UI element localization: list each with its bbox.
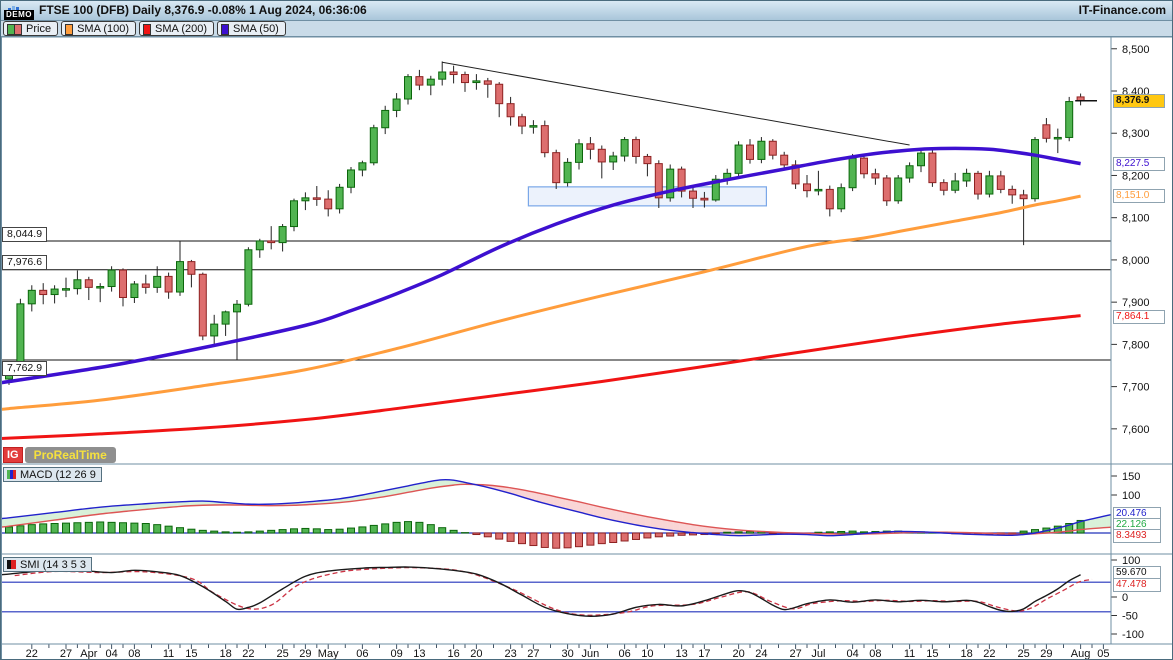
prorealtime-watermark: IG ProRealTime (3, 447, 116, 463)
svg-text:16: 16 (447, 648, 459, 660)
svg-text:23: 23 (504, 648, 516, 660)
svg-text:20: 20 (470, 648, 482, 660)
svg-text:24: 24 (755, 648, 767, 660)
level-label: 7,976.6 (2, 255, 47, 270)
svg-text:13: 13 (413, 648, 425, 660)
smi-label: SMI (14 3 5 3 (20, 559, 86, 571)
svg-text:0: 0 (1122, 592, 1128, 604)
svg-text:25: 25 (1017, 648, 1029, 660)
macd-indicator-chip[interactable]: MACD (12 26 9 (3, 467, 102, 482)
svg-text:15: 15 (926, 648, 938, 660)
svg-text:Jun: Jun (582, 648, 600, 660)
svg-text:09: 09 (390, 648, 402, 660)
svg-text:8,000: 8,000 (1122, 255, 1150, 267)
svg-text:11: 11 (163, 648, 174, 660)
svg-text:25: 25 (276, 648, 288, 660)
svg-text:29: 29 (1040, 648, 1052, 660)
svg-text:17: 17 (698, 648, 710, 660)
svg-text:22: 22 (983, 648, 995, 660)
svg-text:04: 04 (105, 648, 117, 660)
last-price-badge: 8,376.9 (1113, 94, 1165, 108)
svg-text:8,100: 8,100 (1122, 213, 1150, 225)
svg-text:27: 27 (527, 648, 539, 660)
svg-text:22: 22 (242, 648, 254, 660)
svg-text:7,600: 7,600 (1122, 424, 1150, 436)
chart-window: DEMO FTSE 100 (DFB) Daily 8,376.9 -0.08%… (0, 0, 1173, 660)
svg-text:05: 05 (1097, 648, 1109, 660)
svg-text:06: 06 (356, 648, 368, 660)
svg-text:10: 10 (641, 648, 653, 660)
svg-text:Jul: Jul (811, 648, 825, 660)
svg-text:08: 08 (128, 648, 140, 660)
macd-swatch-icon (7, 470, 16, 479)
svg-text:-100: -100 (1122, 629, 1144, 641)
smi-swatch-icon (7, 560, 16, 569)
prorealtime-logo: ProRealTime (25, 447, 116, 463)
svg-text:Aug: Aug (1071, 648, 1091, 660)
svg-text:27: 27 (60, 648, 72, 660)
svg-text:06: 06 (618, 648, 630, 660)
svg-text:8,200: 8,200 (1122, 170, 1150, 182)
svg-text:7,700: 7,700 (1122, 382, 1150, 394)
svg-text:30: 30 (561, 648, 573, 660)
svg-text:18: 18 (960, 648, 972, 660)
macd-label: MACD (12 26 9 (20, 469, 96, 481)
sma100-value-badge: 8,151.0 (1113, 189, 1165, 203)
svg-text:20: 20 (732, 648, 744, 660)
level-label: 8,044.9 (2, 227, 47, 242)
ig-logo: IG (3, 447, 23, 463)
macd-signal-badge: 8.3493 (1113, 529, 1161, 543)
svg-text:7,800: 7,800 (1122, 339, 1150, 351)
svg-text:May: May (318, 648, 339, 660)
svg-text:150: 150 (1122, 471, 1140, 483)
sma200-value-badge: 7,864.1 (1113, 310, 1165, 324)
smi-indicator-chip[interactable]: SMI (14 3 5 3 (3, 557, 92, 572)
svg-text:04: 04 (846, 648, 858, 660)
level-label: 7,762.9 (2, 361, 47, 376)
date-axis[interactable]: 22 27 Apr 04 08 11 15 18 22 25 29 May 06 09 13 16 20 23 27… (1, 644, 1173, 660)
svg-text:22: 22 (26, 648, 38, 660)
svg-text:18: 18 (219, 648, 231, 660)
svg-text:08: 08 (869, 648, 881, 660)
smi-signal-badge: 47.478 (1113, 578, 1161, 592)
svg-text:15: 15 (185, 648, 197, 660)
svg-text:27: 27 (789, 648, 801, 660)
svg-text:29: 29 (299, 648, 311, 660)
svg-text:13: 13 (675, 648, 687, 660)
sma50-value-badge: 8,227.5 (1113, 157, 1165, 171)
svg-text:7,900: 7,900 (1122, 297, 1150, 309)
svg-text:100: 100 (1122, 490, 1140, 502)
svg-text:11: 11 (904, 648, 915, 660)
svg-text:Apr: Apr (80, 648, 97, 660)
svg-text:8,500: 8,500 (1122, 44, 1150, 56)
svg-text:8,300: 8,300 (1122, 128, 1150, 140)
chart-canvas[interactable]: 8,5008,4008,3008,2008,1008,0007,9007,800… (1, 1, 1173, 660)
svg-text:-50: -50 (1122, 611, 1138, 623)
